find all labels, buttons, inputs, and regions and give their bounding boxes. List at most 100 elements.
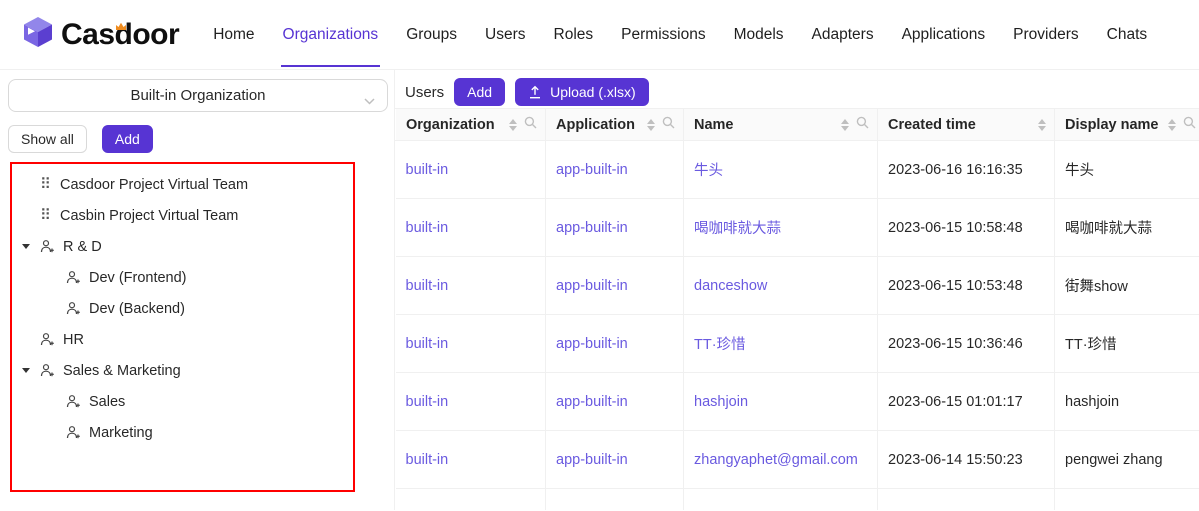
nav-item-adapters[interactable]: Adapters (798, 0, 888, 69)
nav-item-users[interactable]: Users (471, 0, 539, 69)
user-name-link[interactable]: zhangyaphet@gmail.com (694, 452, 858, 468)
usergroup-add-icon (40, 239, 55, 254)
tree-item-sales-and-marketing[interactable]: Sales & Marketing (12, 355, 353, 386)
display-name-cell: TT·珍惜 (1055, 315, 1199, 373)
organization-link[interactable]: built-in (406, 278, 449, 294)
users-title: Users (405, 84, 444, 101)
usergroup-add-icon (66, 301, 81, 316)
user-name-link[interactable]: zhaoyh (694, 510, 741, 511)
upload-button-label: Upload (.xlsx) (550, 84, 636, 100)
organization-link[interactable]: built-in (406, 394, 449, 410)
organization-link[interactable]: built-in (406, 220, 449, 236)
tree-item-hr[interactable]: HR (12, 324, 353, 355)
table-header-row: Organization Application (396, 109, 1199, 141)
sorter-icon[interactable] (1038, 119, 1046, 131)
crown-icon (115, 18, 127, 36)
organization-side-panel: Built-in Organization Show all Add ⠿ Cas… (0, 70, 395, 510)
column-header-organization[interactable]: Organization (396, 109, 546, 141)
nav-item-providers[interactable]: Providers (999, 0, 1092, 69)
sorter-icon[interactable] (1168, 119, 1176, 131)
nav-item-chats[interactable]: Chats (1093, 0, 1162, 69)
application-link[interactable]: app-built-in (556, 162, 628, 178)
search-icon[interactable] (1183, 116, 1196, 133)
users-panel: Users Add Upload (.xlsx) Organization (395, 70, 1199, 510)
tree-item-label: HR (63, 332, 84, 348)
organization-select[interactable]: Built-in Organization (8, 79, 388, 112)
created-time-cell: 2023-06-15 10:53:48 (878, 257, 1055, 315)
tree-item-sales[interactable]: Sales (12, 386, 353, 417)
sorter-icon[interactable] (647, 119, 655, 131)
user-name-link[interactable]: 喝咖啡就大蒜 (694, 221, 781, 237)
tree-item-label: Casdoor Project Virtual Team (60, 177, 248, 193)
column-header-display-name[interactable]: Display name (1055, 109, 1199, 141)
table-row: built-in app-built-in 喝咖啡就大蒜 2023-06-15 … (396, 199, 1199, 257)
organization-link[interactable]: built-in (406, 452, 449, 468)
add-group-button[interactable]: Add (102, 125, 153, 153)
nav-item-organizations[interactable]: Organizations (269, 0, 393, 69)
top-navbar: Casdoor Home Organizations Groups Users … (0, 0, 1199, 70)
tree-item-marketing[interactable]: Marketing (12, 417, 353, 448)
tree-actions: Show all Add (8, 125, 394, 153)
caret-down-icon[interactable] (18, 368, 40, 373)
tree-item-r-and-d[interactable]: R & D (12, 231, 353, 262)
table-row: built-in app-built-in TT·珍惜 2023-06-15 1… (396, 315, 1199, 373)
user-name-link[interactable]: TT·珍惜 (694, 337, 746, 353)
display-name-cell: pengwei zhang (1055, 431, 1199, 489)
created-time-cell: 2023-06-14 13:01:33 (878, 489, 1055, 511)
show-all-button[interactable]: Show all (8, 125, 87, 153)
usergroup-add-icon (40, 363, 55, 378)
nav-item-groups[interactable]: Groups (392, 0, 471, 69)
organization-link[interactable]: built-in (406, 336, 449, 352)
nav-item-permissions[interactable]: Permissions (607, 0, 719, 69)
created-time-cell: 2023-06-15 01:01:17 (878, 373, 1055, 431)
tree-item-casbin-project-virtual-team[interactable]: ⠿ Casbin Project Virtual Team (12, 200, 353, 231)
table-row: built-in app-built-in hashjoin 2023-06-1… (396, 373, 1199, 431)
search-icon[interactable] (856, 116, 869, 133)
nav-item-home[interactable]: Home (199, 0, 268, 69)
tree-item-label: R & D (63, 239, 102, 255)
column-header-application[interactable]: Application (546, 109, 684, 141)
user-name-link[interactable]: 牛头 (694, 163, 723, 179)
application-link[interactable]: app-built-in (556, 336, 628, 352)
sorter-icon[interactable] (841, 119, 849, 131)
application-link[interactable]: app-built-in (556, 510, 628, 511)
tree-item-dev-backend[interactable]: Dev (Backend) (12, 293, 353, 324)
drag-handle-icon[interactable]: ⠿ (40, 177, 51, 192)
nav-item-models[interactable]: Models (720, 0, 798, 69)
nav-item-roles[interactable]: Roles (540, 0, 608, 69)
organization-link[interactable]: built-in (406, 162, 449, 178)
application-link[interactable]: app-built-in (556, 394, 628, 410)
application-link[interactable]: app-built-in (556, 278, 628, 294)
column-label: Created time (888, 117, 976, 133)
application-link[interactable]: app-built-in (556, 220, 628, 236)
cube-logo-icon (20, 14, 56, 55)
nav-item-applications[interactable]: Applications (888, 0, 1000, 69)
tree-item-label: Marketing (89, 425, 153, 441)
column-header-created-time[interactable]: Created time (878, 109, 1055, 141)
display-name-cell: 喝咖啡就大蒜 (1055, 199, 1199, 257)
search-icon[interactable] (524, 116, 537, 133)
tree-item-casdoor-project-virtual-team[interactable]: ⠿ Casdoor Project Virtual Team (12, 169, 353, 200)
column-header-name[interactable]: Name (684, 109, 878, 141)
usergroup-add-icon (40, 332, 55, 347)
chevron-down-icon (364, 92, 375, 109)
caret-down-icon[interactable] (18, 244, 40, 249)
upload-xlsx-button[interactable]: Upload (.xlsx) (515, 78, 649, 106)
search-icon[interactable] (662, 116, 675, 133)
user-name-link[interactable]: hashjoin (694, 394, 748, 410)
organization-link[interactable]: built-in (406, 510, 449, 511)
user-name-link[interactable]: danceshow (694, 278, 767, 294)
usergroup-add-icon (66, 394, 81, 409)
tree-item-label: Sales & Marketing (63, 363, 181, 379)
column-label: Organization (406, 117, 495, 133)
drag-handle-icon[interactable]: ⠿ (40, 208, 51, 223)
add-user-button[interactable]: Add (454, 78, 505, 106)
tree-item-label: Dev (Backend) (89, 301, 185, 317)
application-link[interactable]: app-built-in (556, 452, 628, 468)
table-row: built-in app-built-in danceshow 2023-06-… (396, 257, 1199, 315)
tree-item-dev-frontend[interactable]: Dev (Frontend) (12, 262, 353, 293)
usergroup-add-icon (66, 270, 81, 285)
users-toolbar: Users Add Upload (.xlsx) (395, 78, 1199, 106)
sorter-icon[interactable] (509, 119, 517, 131)
casdoor-logo[interactable]: Casdoor (20, 14, 179, 55)
